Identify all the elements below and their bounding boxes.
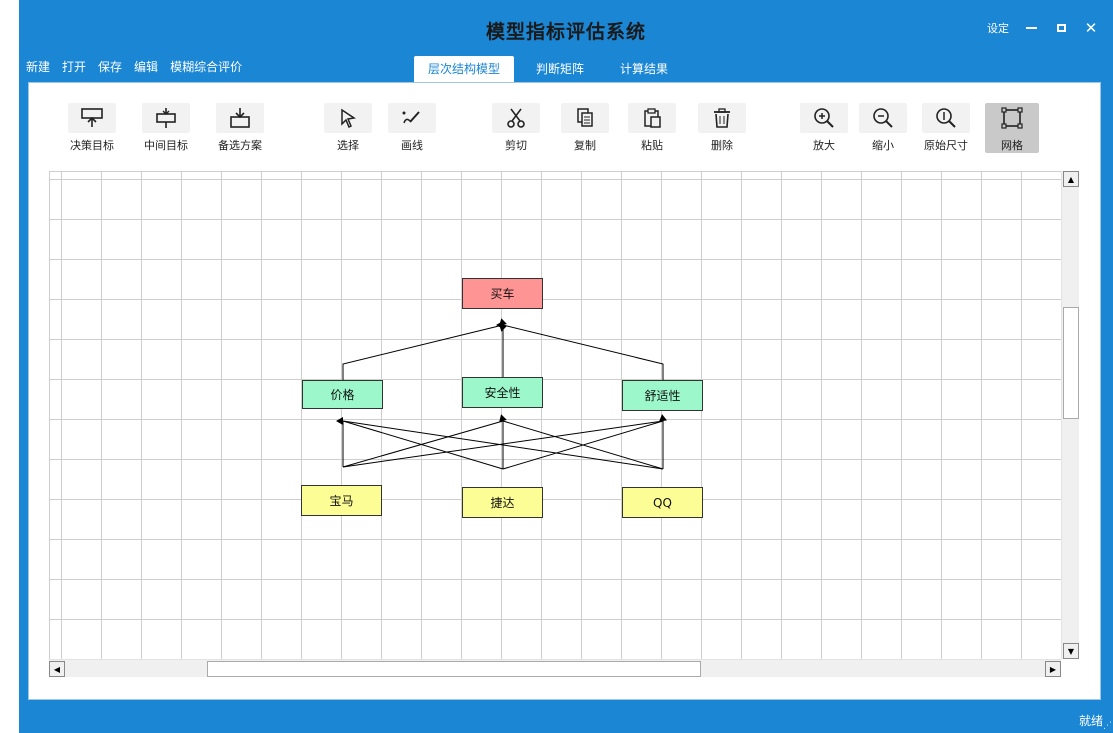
maximize-button[interactable] bbox=[1053, 20, 1069, 36]
alternative-node[interactable]: 宝马 bbox=[301, 485, 382, 516]
alternative-node[interactable]: 捷达 bbox=[462, 487, 543, 518]
alternative-node[interactable]: QQ bbox=[622, 487, 703, 518]
menu-edit[interactable]: 编辑 bbox=[134, 58, 165, 75]
vertical-scroll-thumb[interactable] bbox=[1063, 307, 1079, 419]
link bbox=[499, 324, 664, 380]
tool-label: 剪切 bbox=[505, 139, 527, 152]
goal-node[interactable]: 买车 bbox=[462, 278, 543, 309]
tab-bar: 层次结构模型 判断矩阵 计算结果 bbox=[414, 56, 690, 82]
zoom-in-icon bbox=[800, 103, 848, 133]
tool-label: 粘贴 bbox=[641, 139, 663, 152]
menu-fuzzy-evaluation[interactable]: 模糊综合评价 bbox=[170, 58, 249, 75]
alternatives-to-criteria-links bbox=[336, 414, 667, 470]
intermediate-goal-button[interactable]: 中间目标 bbox=[139, 103, 193, 153]
menu-open[interactable]: 打开 bbox=[62, 58, 93, 75]
scroll-left-arrow-icon[interactable]: ◀ bbox=[49, 661, 65, 677]
window-title: 模型指标评估系统 bbox=[485, 21, 646, 43]
decision-goal-button[interactable]: 决策目标 bbox=[65, 103, 119, 153]
tool-label: 选择 bbox=[337, 139, 359, 152]
horizontal-scrollbar[interactable]: ◀ ▶ bbox=[49, 659, 1061, 677]
copy-icon bbox=[561, 103, 609, 133]
tool-label: 缩小 bbox=[872, 139, 894, 152]
tool-label: 画线 bbox=[401, 139, 423, 152]
copy-button[interactable]: 复制 bbox=[558, 103, 612, 153]
tool-label: 决策目标 bbox=[70, 139, 114, 152]
paste-icon bbox=[628, 103, 676, 133]
zoom-in-button[interactable]: 放大 bbox=[797, 103, 851, 153]
tool-label: 放大 bbox=[813, 139, 835, 152]
menu-new[interactable]: 新建 bbox=[26, 58, 57, 75]
grid-icon bbox=[988, 103, 1036, 133]
scroll-up-arrow-icon[interactable]: ▲ bbox=[1063, 171, 1079, 187]
select-button[interactable]: 选择 bbox=[321, 103, 375, 153]
horizontal-scroll-thumb[interactable] bbox=[207, 661, 701, 677]
actual-size-icon bbox=[922, 103, 970, 133]
intermediate-goal-icon bbox=[142, 103, 190, 133]
select-cursor-icon bbox=[324, 103, 372, 133]
maximize-icon bbox=[1056, 24, 1066, 32]
zoom-out-button[interactable]: 缩小 bbox=[856, 103, 910, 153]
decision-goal-icon bbox=[68, 103, 116, 133]
link bbox=[342, 318, 507, 380]
hierarchy-diagram bbox=[336, 318, 667, 470]
criteria-to-goal-links bbox=[342, 318, 664, 380]
scroll-right-arrow-icon[interactable]: ▶ bbox=[1045, 661, 1061, 677]
tool-label: 网格 bbox=[1001, 139, 1023, 152]
scissors-icon bbox=[492, 103, 540, 133]
model-canvas[interactable]: 买车 价格 安全性 舒适性 宝马 捷达 QQ bbox=[49, 171, 1080, 659]
tab-judgment-matrix[interactable]: 判断矩阵 bbox=[522, 56, 598, 82]
title-bar-controls: 设定 ✕ bbox=[987, 20, 1099, 36]
tool-label: 复制 bbox=[574, 139, 596, 152]
draw-line-icon bbox=[388, 103, 436, 133]
zoom-out-icon bbox=[859, 103, 907, 133]
criteria-node[interactable]: 舒适性 bbox=[622, 380, 703, 411]
close-icon: ✕ bbox=[1084, 19, 1098, 37]
criteria-node[interactable]: 安全性 bbox=[462, 377, 543, 408]
tool-label: 中间目标 bbox=[144, 139, 188, 152]
tab-results[interactable]: 计算结果 bbox=[606, 56, 682, 82]
cut-button[interactable]: 剪切 bbox=[489, 103, 543, 153]
status-text: 就绪 bbox=[1078, 714, 1103, 728]
trash-icon bbox=[698, 103, 746, 133]
alternative-button[interactable]: 备选方案 bbox=[213, 103, 267, 153]
menu-save[interactable]: 保存 bbox=[98, 58, 129, 75]
resize-grip-icon[interactable]: ⋰ bbox=[1103, 721, 1112, 731]
vertical-scrollbar[interactable]: ▲ ▼ bbox=[1061, 171, 1079, 659]
settings-button[interactable]: 设定 bbox=[987, 20, 1009, 36]
content-panel: 决策目标 中间目标 备选方案 选择 画线 剪切 复制 粘贴 删除 放大 缩小 原… bbox=[28, 82, 1101, 700]
tool-label: 删除 bbox=[711, 139, 733, 152]
app-window: 模型指标评估系统 设定 ✕ 新建 打开 保存 编辑 模糊综合评价 层次结构模型 … bbox=[19, 0, 1113, 733]
paste-button[interactable]: 粘贴 bbox=[625, 103, 679, 153]
tool-label: 原始尺寸 bbox=[924, 139, 968, 152]
alternative-icon bbox=[216, 103, 264, 133]
actual-size-button[interactable]: 原始尺寸 bbox=[919, 103, 973, 153]
grid-toggle-button[interactable]: 网格 bbox=[985, 103, 1039, 153]
minimize-icon bbox=[1025, 27, 1037, 29]
scroll-down-arrow-icon[interactable]: ▼ bbox=[1063, 643, 1079, 659]
tab-hierarchy-model[interactable]: 层次结构模型 bbox=[414, 56, 515, 82]
tool-label: 备选方案 bbox=[218, 139, 262, 152]
minimize-button[interactable] bbox=[1023, 20, 1039, 36]
delete-button[interactable]: 删除 bbox=[695, 103, 749, 153]
toolbar: 决策目标 中间目标 备选方案 选择 画线 剪切 复制 粘贴 删除 放大 缩小 原… bbox=[29, 83, 1100, 171]
draw-line-button[interactable]: 画线 bbox=[385, 103, 439, 153]
menu-bar: 新建 打开 保存 编辑 模糊综合评价 bbox=[26, 58, 254, 75]
close-button[interactable]: ✕ bbox=[1083, 20, 1099, 36]
criteria-node[interactable]: 价格 bbox=[302, 380, 383, 409]
